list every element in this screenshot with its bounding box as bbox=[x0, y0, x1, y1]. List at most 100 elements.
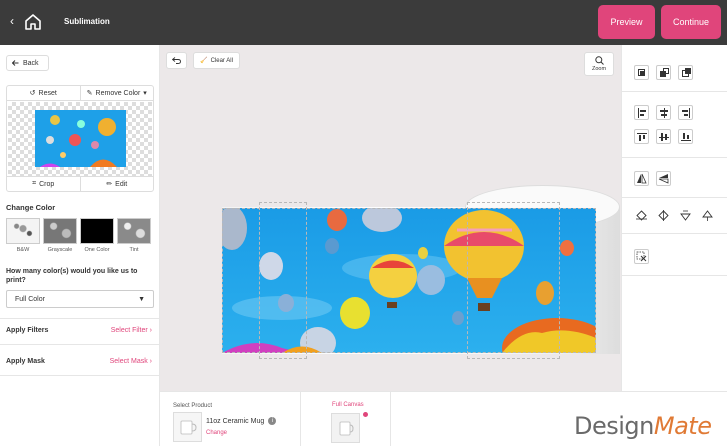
change-color-title: Change Color bbox=[6, 203, 56, 212]
divider bbox=[0, 318, 160, 319]
divider bbox=[622, 91, 727, 92]
right-toolbar bbox=[621, 45, 727, 391]
reset-button[interactable]: ↺ Reset bbox=[7, 86, 80, 100]
product-thumbnail[interactable] bbox=[173, 412, 202, 442]
image-preview bbox=[8, 102, 152, 176]
apply-mask-row: Apply Mask Select Mask › bbox=[6, 358, 152, 365]
align-bottom-icon[interactable] bbox=[678, 129, 693, 144]
divider bbox=[300, 392, 301, 446]
divider bbox=[0, 375, 160, 376]
product-name-row: 11oz Ceramic Mug i bbox=[206, 417, 277, 425]
safe-zone-right bbox=[467, 202, 560, 359]
rotate-left-icon[interactable] bbox=[634, 208, 649, 223]
send-backward-icon[interactable] bbox=[656, 65, 671, 80]
caret-down-icon: ▼ bbox=[138, 295, 145, 303]
reset-label: Reset bbox=[38, 89, 57, 97]
home-icon[interactable] bbox=[24, 13, 42, 31]
print-colors-select[interactable]: Full Color ▼ bbox=[6, 290, 154, 308]
align-center-icon[interactable] bbox=[656, 105, 671, 120]
color-option-grayscale[interactable]: Grayscale bbox=[43, 218, 77, 253]
zoom-icon bbox=[594, 56, 604, 65]
align-middle-icon[interactable] bbox=[656, 129, 671, 144]
info-icon[interactable]: i bbox=[268, 417, 277, 425]
rotate-right-icon[interactable] bbox=[656, 208, 671, 223]
mug-icon bbox=[339, 421, 354, 436]
caret-down-icon: ▾ bbox=[143, 90, 147, 97]
full-canvas-thumbnail[interactable] bbox=[331, 413, 360, 443]
grayscale-swatch bbox=[43, 218, 77, 244]
arrow-left-icon bbox=[12, 60, 19, 66]
divider bbox=[390, 392, 391, 446]
delete-selection-icon[interactable] bbox=[634, 249, 649, 264]
reset-icon: ↺ bbox=[29, 90, 36, 97]
arrow-up-icon[interactable] bbox=[700, 208, 715, 223]
back-button[interactable]: Back bbox=[6, 55, 49, 71]
crop-button[interactable]: ⌗ Crop bbox=[7, 177, 80, 191]
divider bbox=[0, 344, 160, 345]
edit-button[interactable]: ✏ Edit bbox=[79, 177, 154, 191]
align-left-icon[interactable] bbox=[634, 105, 649, 120]
top-bar: ‹ Sublimation Preview Continue bbox=[0, 0, 727, 45]
page-title: Sublimation bbox=[64, 17, 110, 26]
zoom-button[interactable]: Zoom bbox=[584, 52, 614, 76]
bottom-bar: Select Product 11oz Ceramic Mug i Change… bbox=[160, 391, 727, 446]
divider bbox=[622, 275, 727, 276]
select-filter-link[interactable]: Select Filter › bbox=[111, 327, 152, 334]
color-option-bw[interactable]: B&W bbox=[6, 218, 40, 253]
align-right-icon[interactable] bbox=[678, 105, 693, 120]
clear-all-label: Clear All bbox=[210, 57, 233, 64]
align-top-icon[interactable] bbox=[634, 129, 649, 144]
print-colors-question: How many color(s) would you like us to p… bbox=[6, 268, 138, 284]
image-card: ↺ Reset ✎ Remove Color ▾ ⌗ Crop ✏ Edit bbox=[6, 85, 154, 192]
flip-horizontal-icon[interactable] bbox=[634, 171, 649, 186]
tint-label: Tint bbox=[129, 247, 139, 253]
chevron-left-icon[interactable]: ‹ bbox=[10, 15, 14, 27]
mug-icon bbox=[180, 420, 197, 435]
preview-button[interactable]: Preview bbox=[598, 5, 655, 39]
crop-label: Crop bbox=[39, 180, 55, 188]
full-canvas-label[interactable]: Full Canvas bbox=[332, 402, 364, 408]
bring-forward-icon[interactable] bbox=[634, 65, 649, 80]
tint-swatch bbox=[117, 218, 151, 244]
color-option-tint[interactable]: Tint bbox=[117, 218, 151, 253]
safe-zone-left bbox=[259, 202, 307, 359]
select-mask-link[interactable]: Select Mask › bbox=[110, 358, 152, 365]
back-label: Back bbox=[23, 59, 39, 67]
change-product-link[interactable]: Change bbox=[206, 430, 227, 436]
undo-button[interactable] bbox=[166, 52, 187, 69]
remove-color-label: Remove Color bbox=[95, 89, 141, 97]
color-options: B&W Grayscale One Color Tint bbox=[6, 218, 151, 253]
color-option-one-color[interactable]: One Color bbox=[80, 218, 114, 253]
divider bbox=[622, 157, 727, 158]
clear-all-button[interactable]: 🧹 Clear All bbox=[193, 52, 240, 69]
arrow-down-icon[interactable] bbox=[678, 208, 693, 223]
apply-mask-label: Apply Mask bbox=[6, 358, 45, 365]
one-color-label: One Color bbox=[84, 247, 110, 253]
grayscale-label: Grayscale bbox=[47, 247, 73, 253]
zoom-label: Zoom bbox=[591, 66, 607, 72]
broom-icon: 🧹 bbox=[200, 58, 208, 64]
bw-swatch bbox=[6, 218, 40, 244]
balloon-artwork-thumbnail bbox=[35, 110, 126, 167]
continue-button[interactable]: Continue bbox=[661, 5, 721, 39]
undo-icon bbox=[172, 57, 181, 64]
bw-label: B&W bbox=[16, 247, 30, 253]
crop-icon: ⌗ bbox=[32, 180, 37, 187]
one-color-swatch bbox=[80, 218, 114, 244]
edit-label: Edit bbox=[115, 180, 128, 188]
divider bbox=[622, 197, 727, 198]
select-product-label: Select Product bbox=[173, 403, 213, 409]
duplicate-icon[interactable] bbox=[678, 65, 693, 80]
designmate-logo: DesignMate bbox=[574, 412, 712, 440]
left-panel: Back ↺ Reset ✎ Remove Color ▾ ⌗ Crop ✏ E… bbox=[0, 45, 160, 446]
logo-part-mate: Mate bbox=[653, 412, 712, 440]
flip-vertical-icon[interactable] bbox=[656, 171, 671, 186]
product-name: 11oz Ceramic Mug bbox=[206, 417, 265, 425]
divider bbox=[622, 233, 727, 234]
eyedropper-icon: ✎ bbox=[86, 90, 93, 97]
apply-filters-row: Apply Filters Select Filter › bbox=[6, 327, 152, 334]
remove-color-button[interactable]: ✎ Remove Color ▾ bbox=[79, 86, 154, 100]
pencil-icon: ✏ bbox=[106, 181, 113, 188]
logo-part-design: Design bbox=[574, 412, 654, 440]
print-colors-value: Full Color bbox=[15, 295, 45, 303]
